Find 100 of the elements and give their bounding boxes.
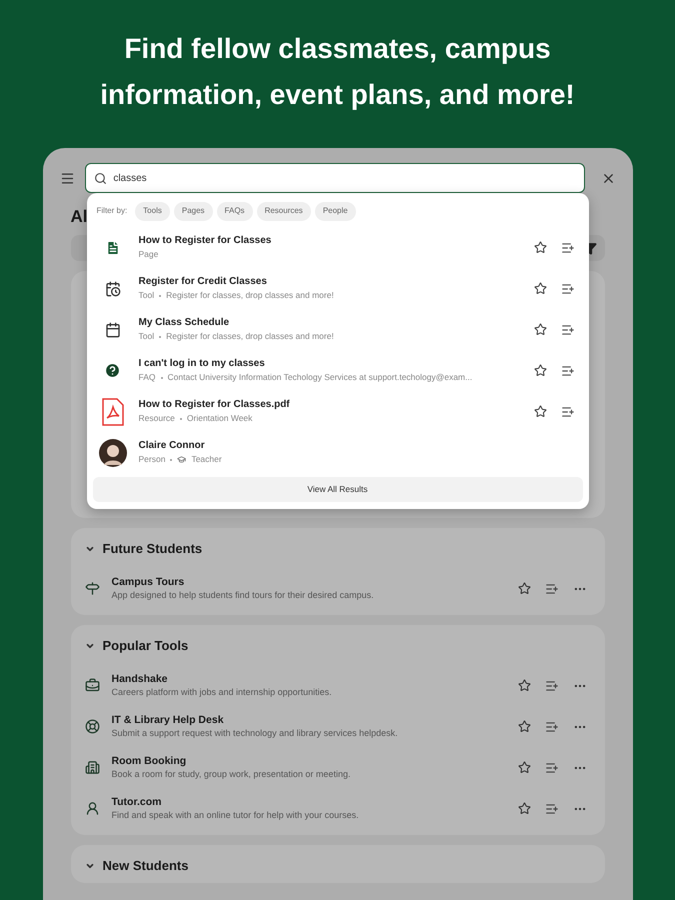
calendar-clock-icon bbox=[104, 280, 120, 296]
item-description: Submit a support request with technology and library services helpdesk. bbox=[112, 727, 399, 740]
add-to-list-button[interactable] bbox=[544, 760, 558, 774]
result-meta: FAQ bbox=[138, 371, 156, 384]
add-to-list-button[interactable] bbox=[544, 582, 558, 596]
add-to-list-icon bbox=[544, 720, 558, 734]
person-icon bbox=[84, 801, 100, 816]
filter-chip[interactable]: Pages bbox=[174, 202, 213, 220]
item-title[interactable]: Room Booking bbox=[112, 754, 518, 768]
item-title[interactable]: Tutor.com bbox=[112, 795, 518, 809]
add-to-list-button[interactable] bbox=[560, 404, 574, 418]
result-title: I can't log in to my classes bbox=[138, 357, 266, 371]
result-meta: Person bbox=[138, 453, 166, 466]
help-icon bbox=[104, 362, 121, 379]
result-item[interactable]: Register for Credit Classes Tool Register for classes, drop classes and more! bbox=[92, 268, 582, 309]
add-to-list-button[interactable] bbox=[560, 322, 574, 336]
section-title: Future Students bbox=[102, 540, 202, 558]
favorite-button[interactable] bbox=[518, 582, 530, 595]
item-title[interactable]: IT & Library Help Desk bbox=[112, 713, 518, 727]
item-description: Book a room for study, group work, presentation or meeting. bbox=[112, 768, 352, 781]
section-title: Popular Tools bbox=[102, 637, 188, 656]
star-icon bbox=[534, 364, 546, 377]
add-to-list-icon bbox=[560, 240, 574, 254]
section-header[interactable]: Future Students bbox=[84, 538, 202, 560]
page-heading: Al bbox=[70, 207, 88, 227]
add-to-list-icon bbox=[560, 282, 574, 296]
star-icon bbox=[534, 282, 546, 295]
menu-icon bbox=[60, 170, 74, 186]
star-icon bbox=[518, 679, 530, 692]
favorite-button[interactable] bbox=[518, 679, 530, 692]
favorite-button[interactable] bbox=[534, 282, 546, 295]
calendar-icon bbox=[104, 322, 120, 338]
star-icon bbox=[534, 241, 546, 254]
favorite-button[interactable] bbox=[534, 241, 546, 254]
add-to-list-icon bbox=[544, 760, 558, 774]
pdf-file-icon bbox=[102, 398, 124, 426]
result-meta: Contact University Information Techology Services at support.techology@exam... bbox=[168, 371, 472, 384]
search-field[interactable]: classes bbox=[85, 163, 584, 193]
filter-chip[interactable]: FAQs bbox=[216, 202, 253, 220]
result-meta: Tool bbox=[138, 330, 154, 343]
star-icon bbox=[518, 582, 530, 595]
caret-icon bbox=[84, 641, 94, 651]
add-to-list-button[interactable] bbox=[544, 678, 558, 692]
favorite-button[interactable] bbox=[534, 323, 546, 336]
result-item[interactable]: My Class Schedule Tool Register for classes, drop classes and more! bbox=[92, 309, 582, 350]
item-title[interactable]: Campus Tours bbox=[112, 575, 518, 589]
star-icon bbox=[518, 802, 530, 815]
lifebuoy-icon bbox=[84, 719, 100, 734]
add-to-list-button[interactable] bbox=[560, 240, 574, 254]
add-to-list-icon bbox=[544, 802, 558, 816]
result-meta: Register for classes, drop classes and more! bbox=[166, 289, 334, 302]
result-meta: Teacher bbox=[191, 453, 222, 466]
result-item[interactable]: How to Register for Classes Page bbox=[92, 227, 582, 268]
result-title: How to Register for Classes bbox=[138, 234, 272, 248]
search-icon bbox=[94, 172, 108, 184]
signpost-icon bbox=[84, 581, 100, 596]
view-all-results-button[interactable]: View All Results bbox=[92, 477, 582, 502]
add-to-list-icon bbox=[560, 364, 574, 378]
add-to-list-button[interactable] bbox=[544, 720, 558, 734]
result-item[interactable]: Claire Connor Person Teacher bbox=[92, 432, 582, 473]
result-meta: Tool bbox=[138, 289, 154, 302]
star-icon bbox=[518, 720, 530, 733]
filter-chip[interactable]: Resources bbox=[256, 202, 311, 220]
result-meta: Orientation Week bbox=[186, 412, 252, 425]
star-icon bbox=[534, 405, 546, 418]
result-meta: Page bbox=[138, 248, 158, 261]
star-icon bbox=[534, 323, 546, 336]
headline: Find fellow classmates, campus information, event plans, and more! bbox=[99, 32, 576, 112]
result-title: Claire Connor bbox=[138, 439, 206, 453]
add-to-list-icon bbox=[544, 582, 558, 596]
add-to-list-button[interactable] bbox=[544, 802, 558, 816]
favorite-button[interactable] bbox=[534, 405, 546, 418]
favorite-button[interactable] bbox=[518, 720, 530, 733]
avatar-icon bbox=[98, 438, 126, 466]
item-description: Careers platform with jobs and internship opportunities. bbox=[112, 686, 333, 699]
result-item[interactable]: I can't log in to my classes FAQ Contact University Information Techology Services at support.techology@exam... bbox=[92, 350, 582, 391]
result-item[interactable]: How to Register for Classes.pdf Resource Orientation Week bbox=[92, 391, 582, 432]
filter-chip[interactable]: Tools bbox=[135, 202, 170, 220]
caret-icon bbox=[84, 861, 94, 871]
section-header[interactable]: Popular Tools bbox=[84, 635, 188, 657]
result-meta: Resource bbox=[138, 412, 175, 425]
add-to-list-button[interactable] bbox=[560, 364, 574, 378]
teacher-icon bbox=[177, 455, 186, 464]
item-description: Find and speak with an online tutor for help with your courses. bbox=[112, 809, 360, 822]
item-title[interactable]: Handshake bbox=[112, 672, 518, 686]
favorite-button[interactable] bbox=[534, 364, 546, 377]
filter-chip[interactable]: People bbox=[314, 202, 356, 220]
item-description: App designed to help students find tours for their desired campus. bbox=[112, 589, 375, 602]
add-to-list-icon bbox=[560, 404, 574, 418]
section-header[interactable]: New Students bbox=[84, 855, 188, 877]
add-to-list-icon bbox=[544, 678, 558, 692]
add-to-list-button[interactable] bbox=[560, 282, 574, 296]
menu-button[interactable] bbox=[60, 170, 76, 186]
caret-icon bbox=[84, 544, 94, 554]
briefcase-icon bbox=[84, 678, 100, 693]
building-icon bbox=[84, 760, 100, 775]
search-value: classes bbox=[113, 172, 147, 186]
result-title: Register for Credit Classes bbox=[138, 275, 268, 289]
favorite-button[interactable] bbox=[518, 761, 530, 774]
favorite-button[interactable] bbox=[518, 802, 530, 815]
